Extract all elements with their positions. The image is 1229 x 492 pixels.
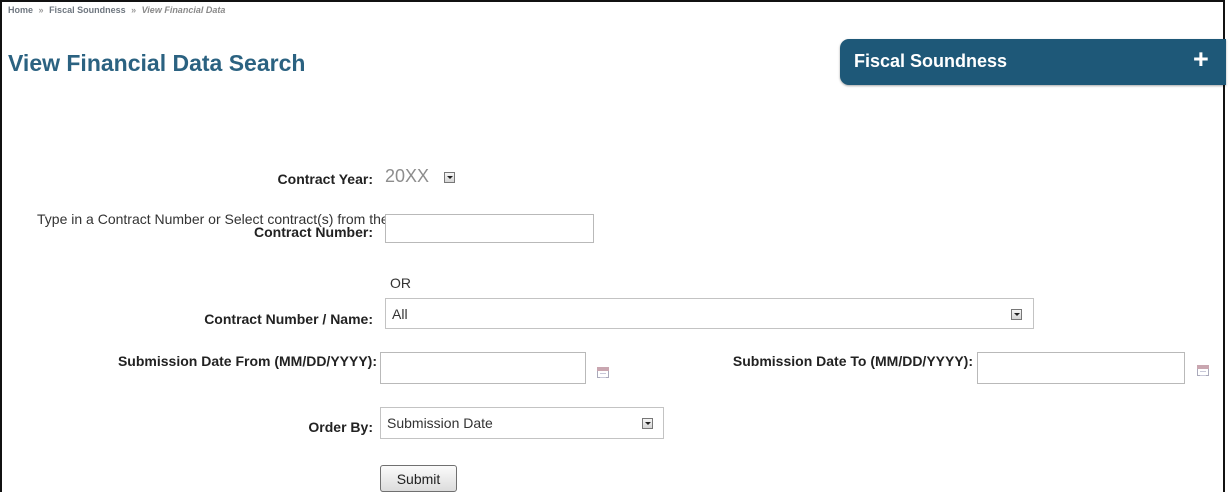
breadcrumb-current: View Financial Data xyxy=(141,5,226,15)
contract-number-input[interactable] xyxy=(385,214,594,243)
contract-year-select[interactable]: 20XX xyxy=(385,166,471,192)
submit-button[interactable]: Submit xyxy=(380,465,457,492)
date-to-label: Submission Date To (MM/DD/YYYY): xyxy=(732,353,973,369)
date-from-input[interactable] xyxy=(380,352,586,384)
breadcrumb-separator: » xyxy=(38,5,44,15)
order-by-value: Submission Date xyxy=(387,415,493,431)
order-by-label: Order By: xyxy=(308,419,373,435)
breadcrumb-separator: » xyxy=(131,5,137,15)
calendar-icon[interactable] xyxy=(1197,365,1209,376)
fiscal-soundness-panel-header[interactable]: Fiscal Soundness + xyxy=(840,39,1226,85)
breadcrumb: Home » Fiscal Soundness » View Financial… xyxy=(8,5,225,15)
breadcrumb-section-link[interactable]: Fiscal Soundness xyxy=(49,5,126,15)
contract-year-label: Contract Year: xyxy=(277,171,373,187)
contract-name-select[interactable]: All xyxy=(385,298,1034,329)
order-by-select[interactable]: Submission Date xyxy=(380,407,664,439)
date-from-label: Submission Date From (MM/DD/YYYY): xyxy=(117,353,377,369)
plus-icon[interactable]: + xyxy=(1193,46,1209,73)
breadcrumb-home-link[interactable]: Home xyxy=(8,5,33,15)
contract-name-value: All xyxy=(392,306,408,322)
date-to-input[interactable] xyxy=(977,352,1185,384)
page-title: View Financial Data Search xyxy=(8,50,306,76)
chevron-down-icon[interactable] xyxy=(444,172,455,183)
chevron-down-icon[interactable] xyxy=(642,418,653,429)
chevron-down-icon[interactable] xyxy=(1011,309,1022,320)
contract-name-label: Contract Number / Name: xyxy=(204,311,373,327)
contract-year-value: 20XX xyxy=(385,166,430,186)
contract-number-label: Contract Number: xyxy=(253,224,373,240)
or-text: OR xyxy=(390,275,411,291)
calendar-icon[interactable] xyxy=(597,367,609,378)
panel-title: Fiscal Soundness xyxy=(854,51,1008,71)
